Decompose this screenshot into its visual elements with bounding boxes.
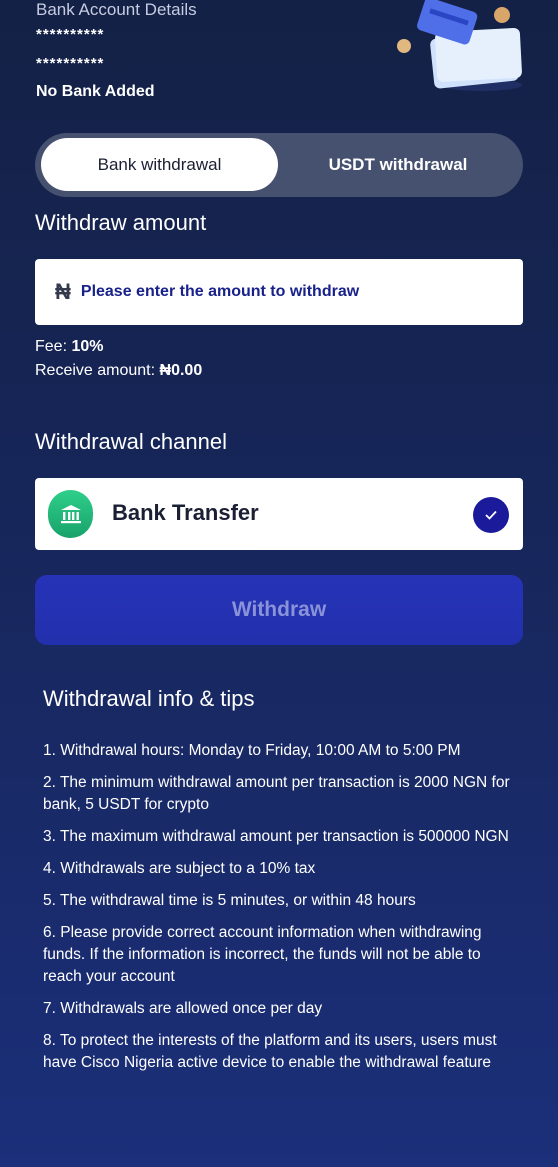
tip-item: 6. Please provide correct account inform… [43, 924, 482, 985]
tip-item: 1. Withdrawal hours: Monday to Friday, 1… [43, 742, 461, 759]
receive-amount-text: Receive amount: ₦0.00 [35, 362, 202, 380]
fee-text: Fee: 10% [35, 338, 104, 356]
withdraw-amount-heading: Withdraw amount [35, 210, 207, 235]
channel-option-bank-transfer[interactable] [35, 478, 523, 550]
tips-list: 1. Withdrawal hours: Monday to Friday, 1… [43, 740, 521, 1084]
tip-item: 8. To protect the interests of the platf… [43, 1032, 497, 1071]
tip-item: 7. Withdrawals are allowed once per day [43, 1000, 323, 1017]
bank-status: No Bank Added [36, 83, 155, 100]
naira-icon: ₦ [55, 279, 71, 304]
amount-placeholder: Please enter the amount to withdraw [80, 283, 360, 300]
tab-bank-withdrawal[interactable]: Bank withdrawal [41, 138, 278, 191]
tips-heading: Withdrawal info & tips [43, 686, 255, 711]
tip-item: 3. The maximum withdrawal amount per tra… [43, 828, 509, 845]
masked-account-number: ********** [36, 55, 105, 72]
tip-item: 5. The withdrawal time is 5 minutes, or … [43, 892, 416, 909]
withdrawal-channel-heading: Withdrawal channel [35, 429, 227, 454]
receive-label: Receive amount: [35, 362, 160, 379]
amount-input[interactable]: ₦ Please enter the amount to withdraw [35, 259, 523, 325]
channel-name: Bank Transfer [112, 500, 259, 525]
tip-item: 2. The minimum withdrawal amount per tra… [43, 774, 510, 813]
tip-item: 4. Withdrawals are subject to a 10% tax [43, 860, 316, 877]
check-icon [473, 497, 509, 533]
wallet-cards-illustration [397, 0, 522, 91]
masked-account-name: ********** [36, 26, 105, 43]
fee-value: 10% [71, 338, 104, 355]
withdraw-button[interactable]: Withdraw [35, 575, 523, 645]
fee-label: Fee: [35, 338, 72, 355]
tab-usdt-withdrawal[interactable]: USDT withdrawal [278, 138, 518, 191]
bank-icon [48, 490, 93, 538]
account-details-title: Bank Account Details [36, 0, 197, 19]
receive-value: ₦0.00 [159, 362, 203, 379]
